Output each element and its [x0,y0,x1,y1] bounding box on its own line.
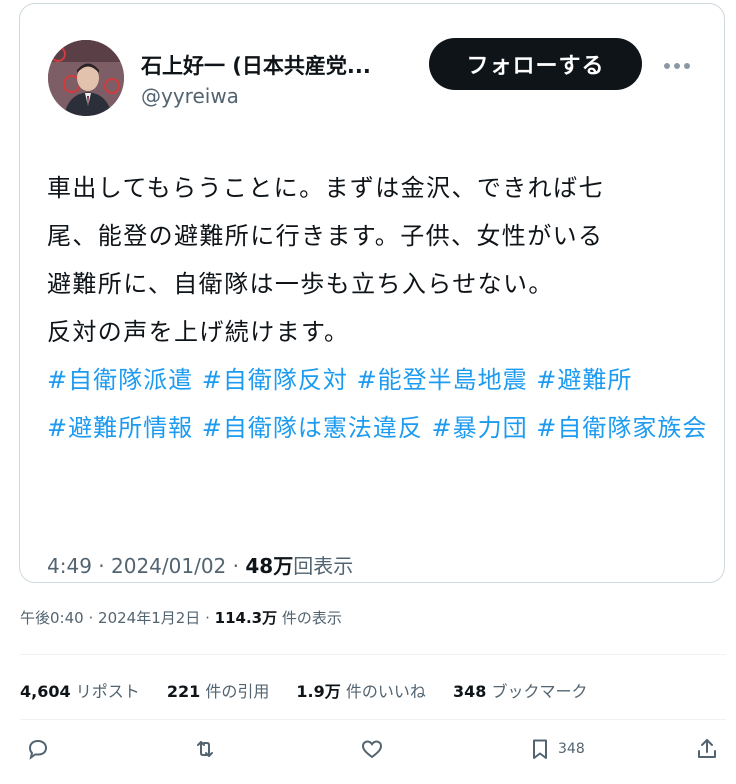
author-handle[interactable]: @yyreiwa [141,84,239,108]
meta-separator: · [98,554,105,578]
repost-button[interactable] [193,737,217,761]
hashtag-link[interactable]: #避難所 [536,366,632,394]
hashtag-link[interactable]: #暴力団 [432,414,528,442]
quotes-label: 件の引用 [205,682,270,701]
tweet-date[interactable]: 2024/01/02 [111,554,226,578]
bookmark-count: 348 [558,741,585,757]
reposts-label: リポスト [75,682,140,701]
divider [20,719,726,720]
hashtag-link[interactable]: #避難所情報 [47,414,193,442]
bookmarks-stat[interactable]: 348 ブックマーク [453,682,588,701]
tweet-text-line: 反対の声を上げ続けます。 [47,318,350,346]
tweet-time[interactable]: 4:49 [47,554,92,578]
bookmark-icon [533,739,547,759]
author-avatar[interactable] [48,40,124,116]
bookmarks-label: ブックマーク [491,682,588,701]
meta-separator: · [205,609,210,627]
hashtag-list: #自衛隊派遣 #自衛隊反対 #能登半島地震 #避難所 #避難所情報 #自衛隊は憲… [47,356,717,452]
like-button[interactable] [360,737,384,761]
outer-tweet-meta: 午後0:40 · 2024年1月2日 · 114.3万 件の表示 [20,607,342,628]
view-count: 48万 [245,554,294,578]
divider [20,654,726,655]
likes-label: 件のいいね [345,682,426,701]
hashtag-link[interactable]: #能登半島地震 [357,366,528,394]
hashtag-link[interactable]: #自衛隊反対 [202,366,348,394]
tweet-meta: 4:49 · 2024/01/02 · 48万回表示 [47,550,353,579]
bookmarks-count: 348 [452,682,487,701]
hashtag-link[interactable]: #自衛隊家族会 [536,414,707,442]
heart-icon [361,740,383,759]
engagement-stats: 4,604 リポスト 221 件の引用 1.9万 件のいいね 348 ブックマー… [20,678,610,702]
outer-view-label: 件の表示 [281,609,342,627]
hashtag-link[interactable]: #自衛隊派遣 [47,366,193,394]
more-icon[interactable] [664,54,698,69]
share-button[interactable] [695,737,719,761]
reposts-stat[interactable]: 4,604 リポスト [20,682,140,701]
share-icon [698,739,716,758]
tweet-text-line: 車出してもらうことに。まずは金沢、できれば七 [47,174,604,202]
hashtag-link[interactable]: #自衛隊は憲法違反 [202,414,423,442]
tweet-text: 車出してもらうことに。まずは金沢、できれば七 尾、能登の避難所に行きます。子供、… [47,164,707,356]
reply-button[interactable] [26,737,50,761]
embedded-tweet-card[interactable]: 石上好一 (日本共産党... @yyreiwa フォローする 車出してもらうこと… [19,3,725,583]
tweet-text-line: 尾、能登の避難所に行きます。子供、女性がいる [47,222,604,250]
meta-separator: · [232,554,239,578]
reply-icon [28,739,48,760]
likes-stat[interactable]: 1.9万 件のいいね [296,682,425,701]
repost-icon [197,741,213,757]
action-bar: 348 [0,737,736,765]
meta-separator: · [88,609,94,627]
view-label: 回表示 [293,554,354,578]
follow-button[interactable]: フォローする [429,38,642,90]
tweet-text-line: 避難所に、自衛隊は一歩も立ち入らせない。 [47,270,554,298]
outer-view-count: 114.3万 [214,609,278,627]
outer-time[interactable]: 午後0:40 [20,609,84,627]
author-name[interactable]: 石上好一 (日本共産党... [141,50,371,80]
bookmark-button[interactable]: 348 [528,737,585,761]
reposts-count: 4,604 [20,682,71,701]
likes-count: 1.9万 [296,682,341,701]
outer-date[interactable]: 2024年1月2日 [98,609,200,627]
quotes-count: 221 [166,682,201,701]
quotes-stat[interactable]: 221 件の引用 [167,682,270,701]
